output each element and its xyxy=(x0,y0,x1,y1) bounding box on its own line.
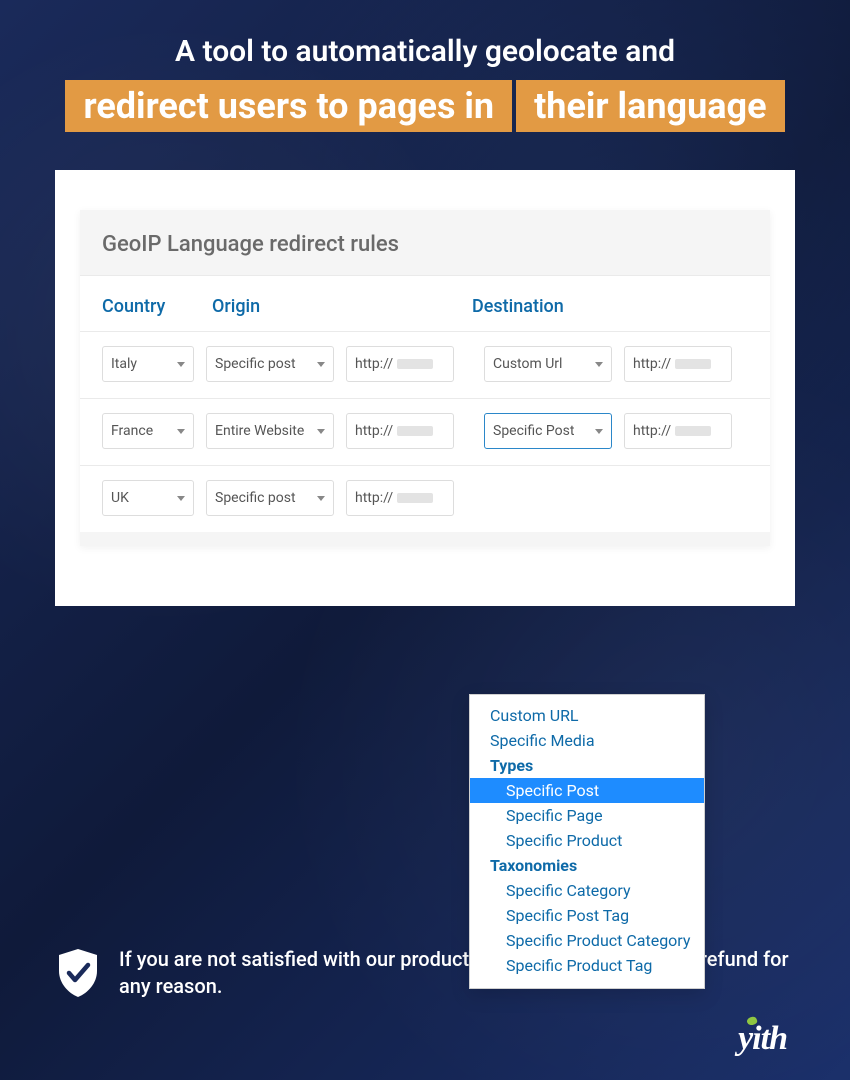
chevron-down-icon xyxy=(317,496,325,501)
origin-url-input[interactable]: http:// xyxy=(346,413,454,449)
destination-dropdown[interactable]: Custom URL Specific Media Types Specific… xyxy=(469,694,705,989)
chevron-down-icon xyxy=(317,362,325,367)
country-select[interactable]: France xyxy=(102,413,194,449)
chevron-down-icon xyxy=(177,362,185,367)
origin-type-select[interactable]: Specific post xyxy=(206,346,334,382)
destination-url-input[interactable]: http:// xyxy=(624,346,732,382)
col-destination: Destination xyxy=(472,296,748,317)
rule-row: UK Specific post http:// xyxy=(80,465,770,532)
chevron-down-icon xyxy=(595,362,603,367)
dropdown-item[interactable]: Specific Media xyxy=(470,728,704,753)
rule-row: France Entire Website http:// Specific P… xyxy=(80,398,770,465)
dropdown-item[interactable]: Specific Product xyxy=(470,828,704,853)
dropdown-item[interactable]: Specific Product Tag xyxy=(470,953,704,978)
chevron-down-icon xyxy=(595,429,603,434)
chevron-down-icon xyxy=(317,429,325,434)
leaf-icon xyxy=(746,1016,758,1027)
footer: If you are not satisfied with our produc… xyxy=(0,918,850,1080)
hero-highlight-2: their language xyxy=(516,80,784,133)
rules-header: Country Origin Destination xyxy=(80,275,770,331)
dropdown-item[interactable]: Specific Post Tag xyxy=(470,903,704,928)
destination-type-select[interactable]: Custom Url xyxy=(484,346,612,382)
origin-type-select[interactable]: Entire Website xyxy=(206,413,334,449)
origin-url-input[interactable]: http:// xyxy=(346,480,454,516)
dropdown-item[interactable]: Specific Product Category xyxy=(470,928,704,953)
dropdown-group: Taxonomies xyxy=(470,853,704,878)
dropdown-item[interactable]: Specific Post xyxy=(470,778,704,803)
dropdown-group: Types xyxy=(470,753,704,778)
content-panel: GeoIP Language redirect rules Country Or… xyxy=(55,170,795,606)
dropdown-item[interactable]: Custom URL xyxy=(470,703,704,728)
hero-section: A tool to automatically geolocate and re… xyxy=(0,0,850,152)
chevron-down-icon xyxy=(177,496,185,501)
hero-line: A tool to automatically geolocate and xyxy=(60,30,790,74)
rules-table: Country Origin Destination Italy Specifi… xyxy=(80,275,770,546)
origin-type-select[interactable]: Specific post xyxy=(206,480,334,516)
destination-url-input[interactable]: http:// xyxy=(624,413,732,449)
destination-type-select[interactable]: Specific Post xyxy=(484,413,612,449)
shield-check-icon xyxy=(55,947,101,999)
col-origin: Origin xyxy=(212,296,472,317)
panel-title: GeoIP Language redirect rules xyxy=(80,210,770,275)
dropdown-item[interactable]: Specific Category xyxy=(470,878,704,903)
origin-url-input[interactable]: http:// xyxy=(346,346,454,382)
chevron-down-icon xyxy=(177,429,185,434)
brand-logo: yith xyxy=(738,1020,787,1058)
brand: yith xyxy=(55,1020,795,1058)
country-select[interactable]: Italy xyxy=(102,346,194,382)
rules-panel: GeoIP Language redirect rules Country Or… xyxy=(80,210,770,546)
hero-highlight-1: redirect users to pages in xyxy=(65,80,512,133)
country-select[interactable]: UK xyxy=(102,480,194,516)
col-country: Country xyxy=(102,296,212,317)
rule-row: Italy Specific post http:// Custom Url h… xyxy=(80,331,770,398)
dropdown-item[interactable]: Specific Page xyxy=(470,803,704,828)
